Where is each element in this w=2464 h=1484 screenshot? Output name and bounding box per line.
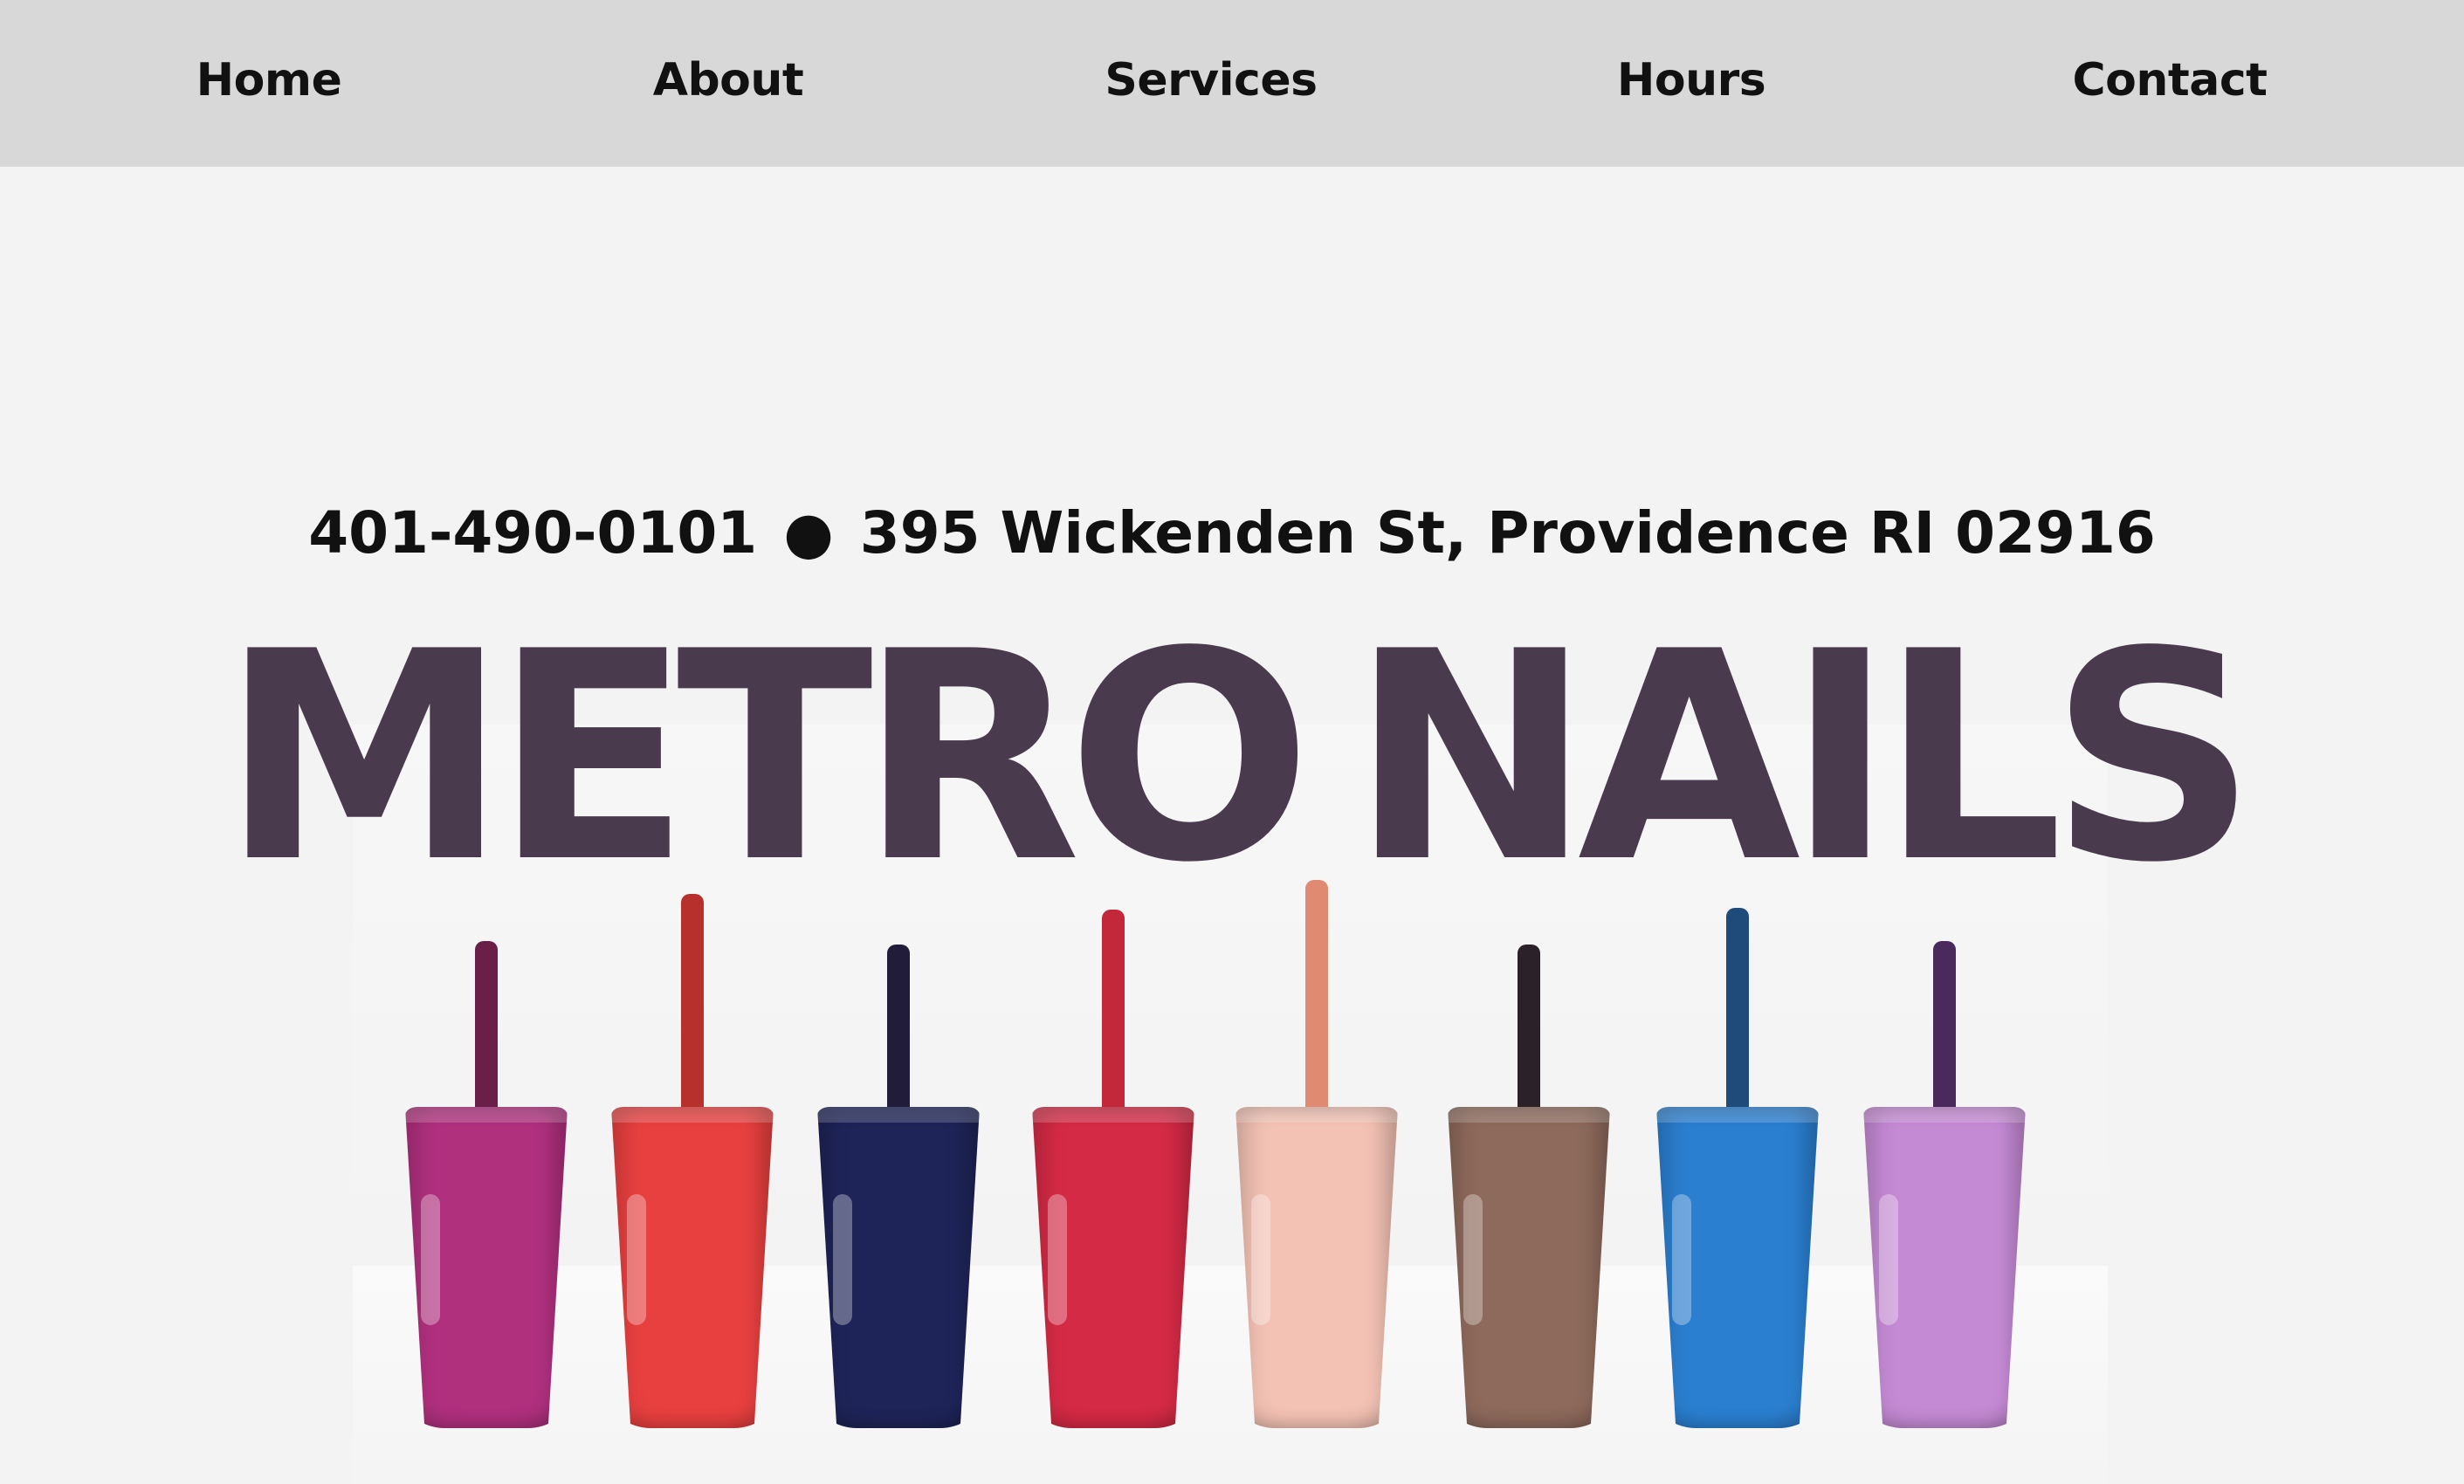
- polish-cup: [405, 1107, 568, 1428]
- nav-hours-link[interactable]: Hours: [1617, 0, 1766, 160]
- polish-brush: [1102, 910, 1125, 1117]
- brand-title: METRO NAILS: [0, 614, 2464, 902]
- brand-word-nails: NAILS: [1350, 590, 2257, 925]
- polish-brush: [1933, 941, 1956, 1117]
- street-address: 395 Wickenden St, Providence RI 02916: [859, 498, 2156, 567]
- polish-cup: [817, 1107, 980, 1428]
- brand-word-metro: METRO: [221, 590, 1312, 925]
- nav-about-link[interactable]: About: [653, 0, 804, 160]
- polish-cup: [1032, 1107, 1194, 1428]
- polish-brush: [1726, 908, 1749, 1117]
- polish-brush: [681, 894, 704, 1117]
- polish-brush: [887, 945, 910, 1117]
- photo-shelf: [353, 1266, 2108, 1484]
- nav-services-link[interactable]: Services: [1105, 0, 1318, 160]
- polish-cup: [1656, 1107, 1819, 1428]
- bullet-separator: ●: [783, 498, 834, 567]
- contact-info: 401-490-0101 ● 395 Wickenden St, Provide…: [0, 489, 2464, 576]
- nav-home-link[interactable]: Home: [196, 0, 342, 160]
- polish-cup: [1235, 1107, 1398, 1428]
- nav-contact-link[interactable]: Contact: [2072, 0, 2268, 160]
- polish-brush: [1518, 945, 1540, 1117]
- polish-cup: [1863, 1107, 2026, 1428]
- polish-cup: [1448, 1107, 1610, 1428]
- polish-brush: [475, 941, 498, 1117]
- top-nav: Home About Services Hours Contact: [0, 0, 2464, 167]
- polish-brush: [1305, 880, 1328, 1117]
- polish-cup: [611, 1107, 774, 1428]
- phone-number: 401-490-0101: [308, 498, 758, 567]
